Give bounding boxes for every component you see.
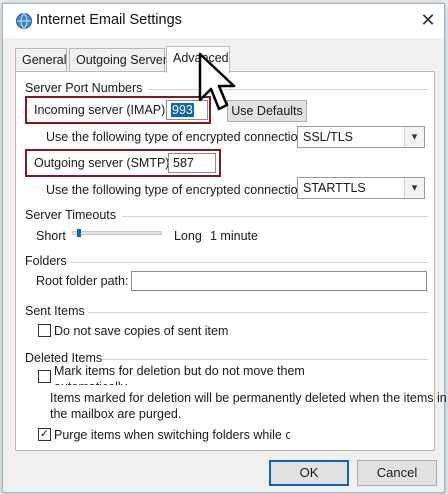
mark-for-deletion-line2: automatically — [54, 379, 394, 385]
purge-items-label: Purge items when switching folders while… — [54, 428, 290, 442]
group-divider — [122, 216, 428, 217]
timeout-long-label: Long — [174, 229, 202, 243]
deletion-note: Items marked for deletion will be perman… — [50, 390, 447, 422]
server-port-numbers-heading: Server Port Numbers — [25, 81, 143, 95]
incoming-encryption-select[interactable]: SSL/TLS ▾ — [297, 126, 425, 148]
mark-for-deletion-label: Mark items for deletion but do not move … — [54, 363, 394, 385]
cancel-button[interactable]: Cancel — [357, 460, 437, 486]
incoming-encryption-value: SSL/TLS — [303, 130, 354, 144]
root-folder-path-input[interactable] — [131, 271, 427, 291]
advanced-tab-panel: Server Port Numbers Incoming server (IMA… — [15, 71, 447, 451]
incoming-port-value: 993 — [171, 103, 194, 117]
outgoing-encryption-label: Use the following type of encrypted conn… — [46, 183, 308, 197]
incoming-encryption-label: Use the following type of encrypted conn… — [46, 130, 308, 144]
close-icon[interactable]: ✕ — [417, 8, 439, 32]
chevron-down-icon[interactable]: ▾ — [404, 178, 424, 198]
group-divider — [102, 359, 428, 360]
tab-outgoing-server[interactable]: Outgoing Server — [69, 48, 167, 72]
folders-heading: Folders — [25, 254, 67, 268]
group-divider — [148, 89, 428, 90]
ok-button[interactable]: OK — [269, 460, 349, 486]
incoming-server-label: Incoming server (IMAP): — [34, 103, 169, 117]
deletion-note-line1: Items marked for deletion will be perman… — [50, 391, 447, 405]
mark-for-deletion-line1: Mark items for deletion but do not move … — [54, 364, 305, 378]
tab-general[interactable]: General — [15, 48, 67, 72]
mark-for-deletion-checkbox[interactable] — [38, 370, 51, 383]
window-title: Internet Email Settings — [36, 12, 182, 28]
purge-items-checkbox[interactable]: ✓ — [38, 428, 51, 441]
timeout-slider[interactable] — [72, 229, 162, 237]
root-folder-path-label: Root folder path: — [36, 274, 129, 288]
server-timeouts-heading: Server Timeouts — [25, 208, 117, 222]
chevron-down-icon[interactable]: ▾ — [404, 127, 424, 147]
group-divider — [88, 312, 428, 313]
do-not-save-checkbox[interactable] — [38, 324, 51, 337]
slider-thumb[interactable] — [77, 229, 81, 237]
mouse-pointer-icon — [198, 52, 236, 111]
title-bar: Internet Email Settings ✕ — [3, 4, 444, 38]
outgoing-encryption-value: STARTTLS — [303, 181, 366, 195]
sent-items-heading: Sent Items — [25, 304, 85, 318]
globe-envelope-icon — [16, 13, 32, 29]
do-not-save-label: Do not save copies of sent item — [54, 324, 229, 338]
deletion-note-line2: the mailbox are purged. — [50, 407, 182, 421]
timeout-value: 1 minute — [210, 229, 258, 243]
outgoing-port-input[interactable]: 587 — [168, 153, 216, 173]
outgoing-encryption-select[interactable]: STARTTLS ▾ — [297, 177, 425, 199]
outgoing-server-label: Outgoing server (SMTP): — [34, 156, 173, 170]
timeout-short-label: Short — [36, 229, 66, 243]
group-divider — [70, 262, 428, 263]
